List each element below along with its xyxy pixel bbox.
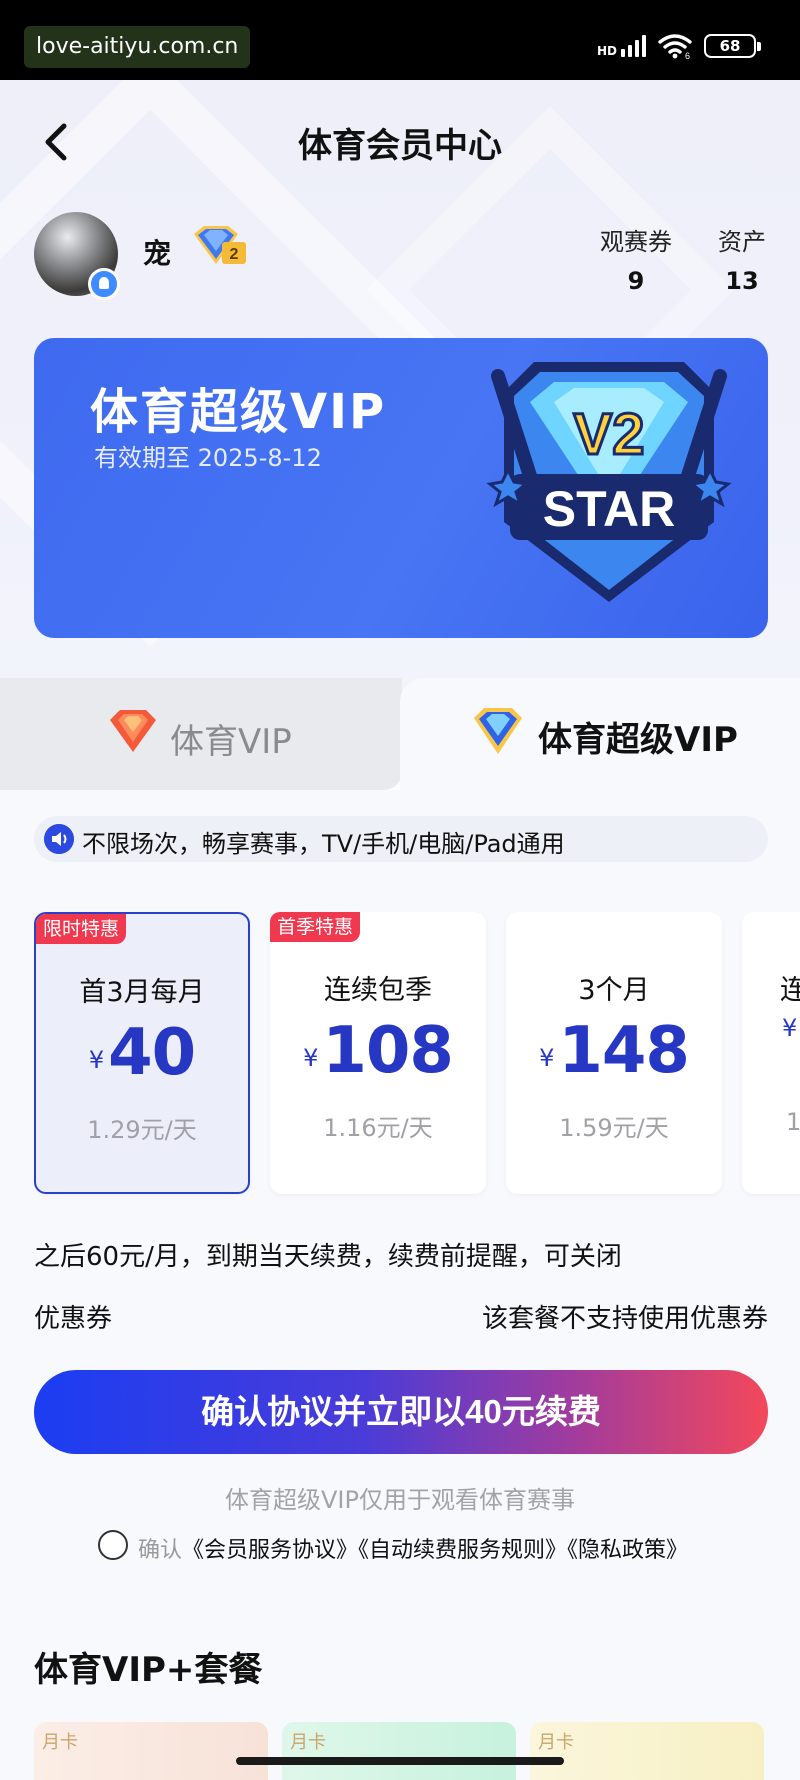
plan-currency: ¥ [539,1044,555,1072]
vip-card-expiry: 有效期至 2025-8-12 [94,444,322,472]
plan-card[interactable]: 连 ¥ 1 [742,912,800,1194]
link-auto-renewal-rules[interactable]: 《自动续费服务规则》 [358,1538,567,1563]
plan-name: 3个月 [578,975,650,1006]
plan-daily-price: 1.59元/天 [559,1114,669,1142]
plan-card[interactable]: 限时特惠 首3月每月 ¥40 1.29元/天 [34,912,250,1194]
tab-sports-vip-label: 体育VIP [170,722,292,762]
plan-price: ¥108 [270,1014,486,1088]
vip-type-tabs: 体育VIP 体育超级VIP [0,678,800,790]
v2-star-emblem-icon: V2 STAR [486,362,732,602]
plan-price-value: 108 [322,1014,454,1088]
plan-currency: ¥ [782,1014,798,1042]
home-indicator[interactable] [236,1757,564,1765]
svg-text:6: 6 [685,51,690,59]
plan-daily-price: 1.16元/天 [323,1114,433,1142]
plan-price-value: 148 [558,1014,690,1088]
section-title: 体育VIP+套餐 [34,1650,263,1690]
stat-assets-value: 13 [725,267,759,295]
plan-price: ¥ [782,1014,800,1046]
user-status-icon [88,268,120,300]
network-type: HD [596,44,617,58]
red-diamond-icon [110,710,156,752]
plan-price-value: 40 [108,1016,196,1090]
watermark: love-aitiyu.com.cn [24,26,251,68]
agreement-text: 确认《会员服务协议》《自动续费服务规则》《隐私政策》 [138,1532,688,1564]
user-name: 宠 [143,237,172,270]
speaker-icon [44,824,74,854]
package-mini-label: 月卡 [538,1732,574,1753]
tab-sports-super-vip[interactable]: 体育超级VIP [400,678,800,790]
battery-indicator: 68 [704,34,761,58]
benefit-notice: 不限场次，畅享赛事，TV/手机/电脑/Pad通用 [34,816,768,862]
plan-name: 首3月每月 [79,977,205,1008]
agreement-checkbox[interactable] [98,1530,128,1560]
usage-note: 体育超级VIP仅用于观看体育赛事 [225,1486,575,1514]
svg-text:V2: V2 [574,402,645,467]
agreement-lead: 确认 [138,1538,183,1563]
plan-daily-price: 1 [786,1108,800,1136]
vip-card-title: 体育超级VIP [90,384,387,440]
v2-level-badge-icon: 2 [194,226,246,264]
link-privacy-policy[interactable]: 《隐私政策》 [567,1538,688,1563]
tab-sports-vip[interactable]: 体育VIP [0,678,402,790]
vip-membership-card: 体育超级VIP 有效期至 2025-8-12 V2 STAR [34,338,768,638]
package-mini-label: 月卡 [42,1732,78,1753]
tab-sports-super-vip-label: 体育超级VIP [538,720,738,760]
package-card[interactable]: 月卡 [530,1722,764,1780]
plan-card[interactable]: 3个月 ¥148 1.59元/天 [506,912,722,1194]
signal-icon: HD [597,35,646,57]
plan-tag: 限时特惠 [36,914,127,944]
wifi-icon: 6 [658,34,692,59]
plan-daily-price: 1.29元/天 [87,1116,197,1144]
plan-card[interactable]: 首季特惠 连续包季 ¥108 1.16元/天 [270,912,486,1194]
svg-text:STAR: STAR [543,481,675,537]
stat-assets-label: 资产 [718,228,766,256]
renewal-note: 之后60元/月，到期当天续费，续费前提醒，可关闭 [34,1242,622,1272]
plan-tag: 首季特惠 [270,912,361,942]
plan-list: 限时特惠 首3月每月 ¥40 1.29元/天 首季特惠 连续包季 ¥108 1.… [34,912,800,1202]
status-icons: HD 6 68 [597,28,761,64]
package-mini-label: 月卡 [290,1732,326,1753]
coupon-label: 优惠券 [34,1304,113,1334]
plan-name: 连续包季 [324,975,432,1006]
link-member-service-agreement[interactable]: 《会员服务协议》 [182,1538,358,1563]
plan-currency: ¥ [303,1044,319,1072]
package-card[interactable]: 月卡 [34,1722,268,1780]
plan-price: ¥40 [36,1016,248,1090]
benefit-notice-text: 不限场次，畅享赛事，TV/手机/电脑/Pad通用 [82,830,565,858]
stat-tickets-value: 9 [627,267,645,295]
plan-content: 不限场次，畅享赛事，TV/手机/电脑/Pad通用 限时特惠 首3月每月 ¥40 … [0,790,800,1780]
stat-tickets-label: 观赛券 [600,228,672,256]
confirm-renew-button[interactable]: 确认协议并立即以40元续费 [34,1370,768,1454]
page-title: 体育会员中心 [298,126,502,166]
coupon-value[interactable]: 该套餐不支持使用优惠券 [482,1298,768,1335]
stat-tickets[interactable]: 观赛券 9 [596,222,676,295]
status-bar: love-aitiyu.com.cn HD 6 68 [0,0,800,80]
plan-price: ¥148 [506,1014,722,1088]
stat-assets[interactable]: 资产 13 [712,222,772,295]
package-card[interactable]: 月卡 [282,1722,516,1780]
package-list: 月卡 月卡 月卡 [34,1722,800,1780]
blue-diamond-icon [474,708,522,754]
plan-currency: ¥ [88,1046,105,1074]
plan-name: 连 [780,975,800,1006]
svg-text:2: 2 [230,246,239,263]
